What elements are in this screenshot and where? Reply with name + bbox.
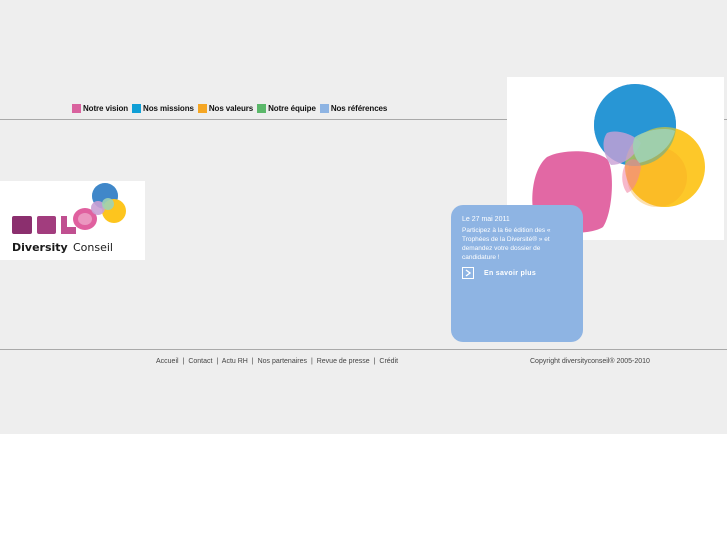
footer-link-accueil[interactable]: Accueil <box>156 358 179 365</box>
nav-item-valeurs[interactable]: Nos valeurs <box>197 103 254 113</box>
arrow-right-icon <box>462 267 474 279</box>
page-background: Notre vision Nos missions Nos valeurs No… <box>0 0 727 434</box>
nav-label-equipe: Notre équipe <box>268 103 316 113</box>
blue-square-icon <box>132 103 142 113</box>
nav-item-vision[interactable]: Notre vision <box>72 103 129 113</box>
footer-link-revue-presse[interactable]: Revue de presse <box>317 358 370 365</box>
footer-divider <box>0 349 727 350</box>
news-more-label: En savoir plus <box>484 269 537 277</box>
nav-label-missions: Nos missions <box>143 103 194 113</box>
footer-separator: | <box>182 358 185 365</box>
footer-separator: | <box>373 358 376 365</box>
footer-separator: | <box>251 358 254 365</box>
footer-separator: | <box>310 358 313 365</box>
nav-label-vision: Notre vision <box>83 103 129 113</box>
footer-separator: | <box>216 358 219 365</box>
footer-link-contact[interactable]: Contact <box>188 358 212 365</box>
news-panel: Le 27 mai 2011 Participez à la 6e éditio… <box>451 205 583 342</box>
footer-link-actu-rh[interactable]: Actu RH <box>222 358 248 365</box>
nav-label-references: Nos références <box>330 103 388 113</box>
main-nav: Notre vision Nos missions Nos valeurs No… <box>72 102 391 114</box>
news-more-link[interactable]: En savoir plus <box>462 267 536 279</box>
news-body: Participez à la 6e édition des « Trophée… <box>462 227 551 261</box>
orange-square-icon <box>197 103 207 113</box>
footer-link-partenaires[interactable]: Nos partenaires <box>258 358 307 365</box>
logo-graphic: Diversity Conseil <box>12 183 126 254</box>
pink-square-icon <box>72 103 81 113</box>
nav-item-equipe[interactable]: Notre équipe <box>257 103 316 113</box>
nav-item-missions[interactable]: Nos missions <box>132 103 194 113</box>
logo-brand-bold: Diversity <box>12 241 68 254</box>
logo-brand-light: Conseil <box>73 241 113 254</box>
green-square-icon <box>257 103 267 113</box>
nav-label-valeurs: Nos valeurs <box>208 103 254 113</box>
diversity-conseil-logo[interactable]: Diversity Conseil <box>0 181 145 260</box>
nav-item-references[interactable]: Nos références <box>319 103 388 113</box>
news-title: Le 27 mai 2011 <box>462 216 510 223</box>
copyright-text: Copyright diversityconseil® 2005-2010 <box>530 358 650 365</box>
lightblue-square-icon <box>319 103 329 113</box>
footer-link-credit[interactable]: Crédit <box>379 358 398 365</box>
footer-nav: Accueil | Contact | Actu RH | Nos parten… <box>156 358 398 365</box>
